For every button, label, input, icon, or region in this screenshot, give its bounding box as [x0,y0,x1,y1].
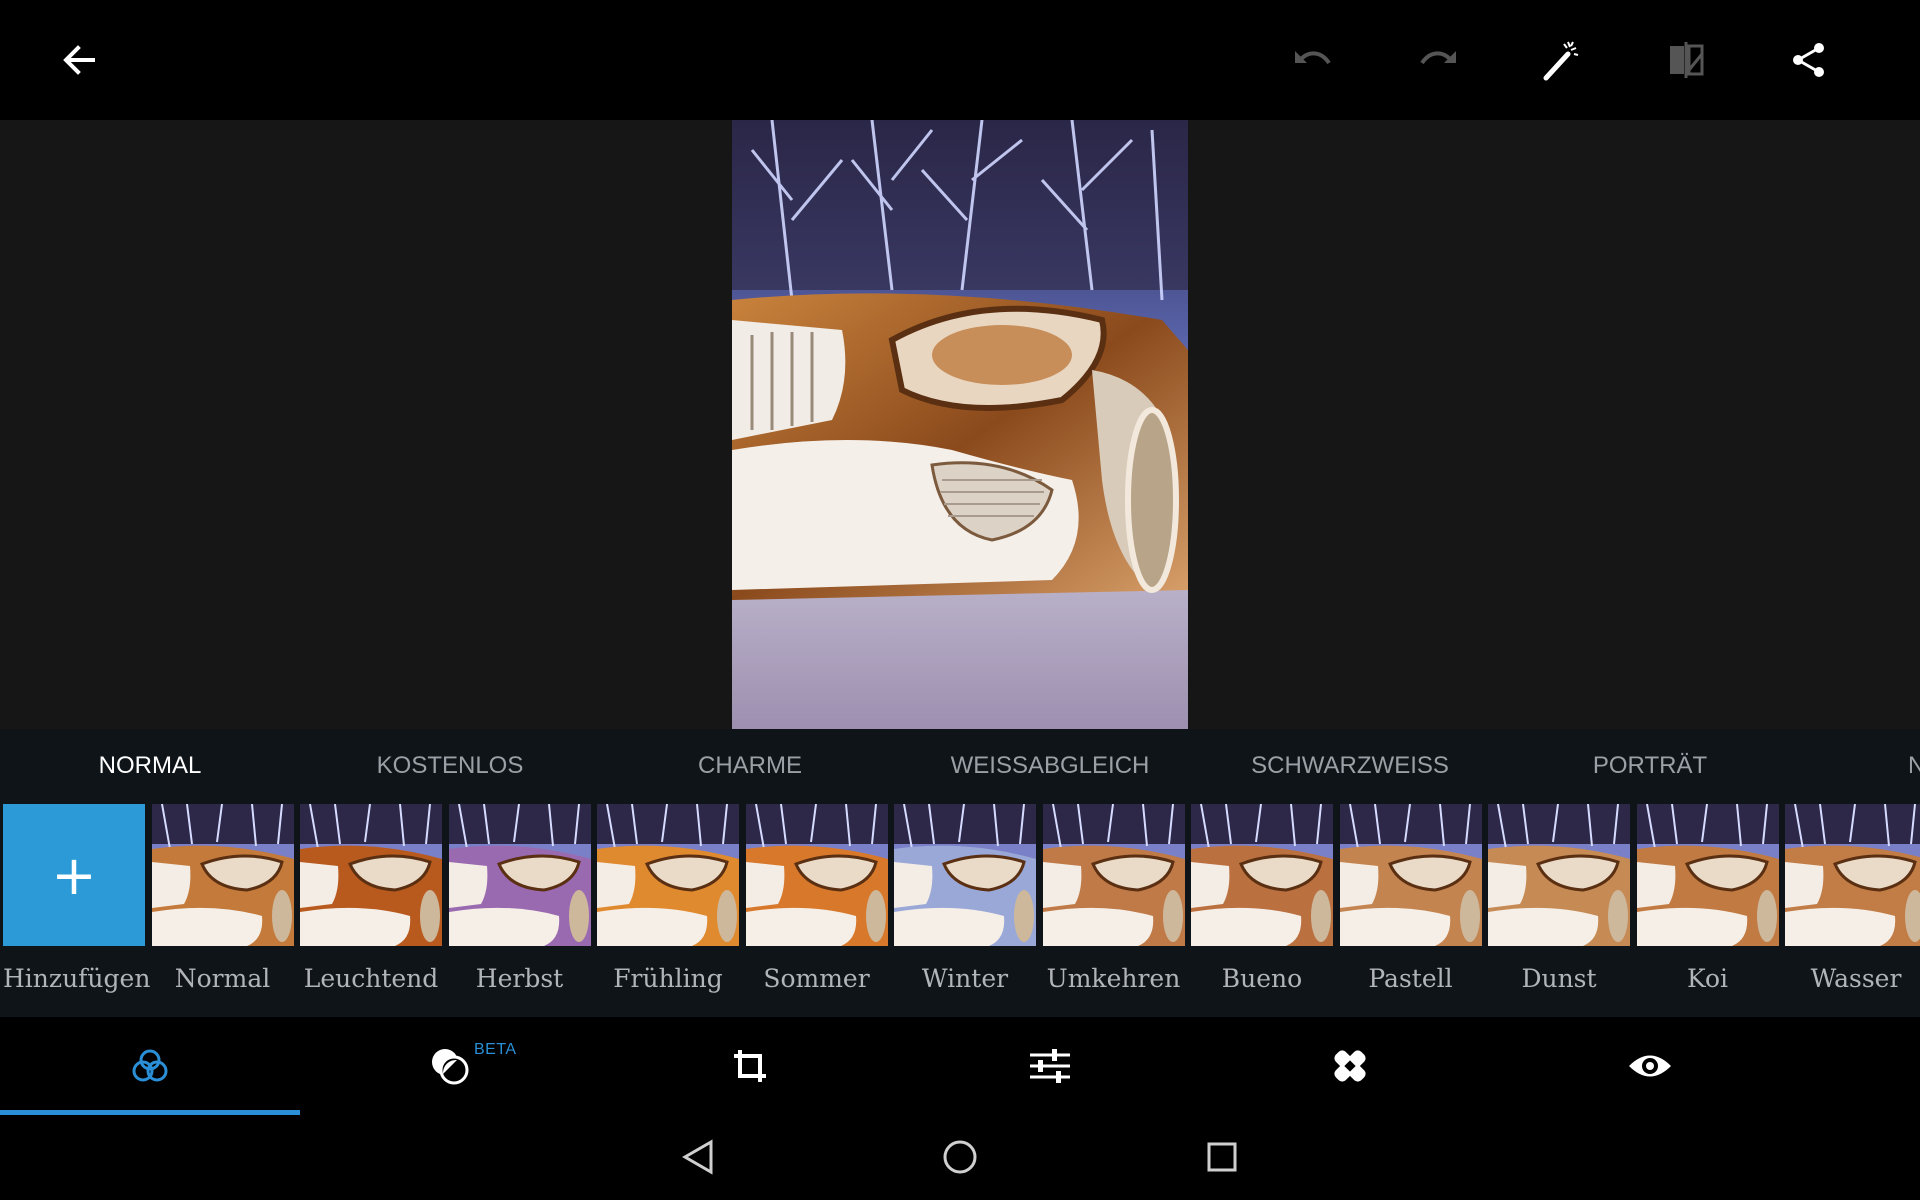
filter-thumbnail[interactable] [894,804,1036,946]
filter-label: Wasser [1810,964,1902,993]
filter-label: Hinzufügen [3,964,151,993]
beta-badge: BETA [474,1041,517,1058]
filter-bueno[interactable]: Bueno [1191,804,1333,993]
filter-umkehren[interactable]: Umkehren [1042,804,1185,993]
filter-add[interactable]: + Hinzufügen [3,804,151,993]
system-nav-bar [0,1115,1920,1200]
photo-canvas [0,120,1920,729]
filter-label: Winter [921,964,1009,993]
eye-icon [1629,1055,1671,1077]
filter-thumbnail[interactable] [745,804,888,946]
filter-label: Koi [1686,964,1729,993]
filter-leuchtend[interactable]: Leuchtend [300,804,442,993]
tool-tabs: BETA [0,1017,1920,1115]
top-toolbar [0,0,1920,120]
filter-label: Frühling [613,964,723,993]
tab-crop[interactable] [600,1017,900,1115]
healing-icon [1334,1050,1366,1082]
tab-weissabgleich[interactable]: WEISSABGLEICH [900,729,1200,801]
tab-preview[interactable] [1500,1017,1800,1115]
filter-thumbnail[interactable] [1785,804,1920,946]
back-arrow-icon[interactable] [49,30,109,90]
filter-pastell[interactable]: Pastell [1339,804,1482,993]
filter-label: Leuchtend [303,964,439,993]
filter-label: Dunst [1521,964,1597,993]
filter-label: Herbst [475,964,564,993]
add-filter-button[interactable]: + [3,804,145,946]
filter-label: Umkehren [1046,964,1181,993]
filter-label: Pastell [1368,964,1453,993]
tab-normal[interactable]: NORMAL [0,729,300,801]
filter-label: Sommer [763,964,870,993]
filter-thumbnail[interactable] [1042,804,1185,946]
tab-blend[interactable] [300,1017,600,1115]
filter-winter[interactable]: Winter [894,804,1036,993]
filter-thumbnail[interactable] [1636,804,1779,946]
tab-next-partial[interactable]: N [1820,729,1920,801]
adjustments-icon [1030,1049,1070,1083]
filter-frühling[interactable]: Frühling [597,804,739,993]
nav-home-icon[interactable] [928,1125,992,1189]
filter-label: Normal [174,964,271,993]
filters-icon [132,1049,168,1082]
filter-sommer[interactable]: Sommer [745,804,888,993]
filter-dunst[interactable]: Dunst [1488,804,1630,993]
filter-normal[interactable]: Normal [151,804,294,993]
filter-category-tabs: NORMAL KOSTENLOS CHARME WEISSABGLEICH SC… [0,729,1920,801]
nav-back-icon[interactable] [666,1125,730,1189]
crop-icon [734,1050,766,1082]
share-icon[interactable] [1779,30,1839,90]
redo-icon[interactable] [1408,30,1468,90]
filter-koi[interactable]: Koi [1636,804,1779,993]
filter-thumbnail[interactable] [1191,804,1333,946]
tab-adjustments[interactable] [900,1017,1200,1115]
filter-presets-row: + Hinzufügen Normal Leuchtend Herbst Frühli… [0,801,1920,1017]
filter-herbst[interactable]: Herbst [448,804,591,993]
filter-thumbnail[interactable] [300,804,442,946]
nav-recents-icon[interactable] [1190,1125,1254,1189]
filter-thumbnail[interactable] [151,804,294,946]
tab-filters[interactable] [0,1017,300,1115]
tab-kostenlos[interactable]: KOSTENLOS [300,729,600,801]
tab-charme[interactable]: CHARME [600,729,900,801]
filter-thumbnail[interactable] [1339,804,1482,946]
filter-thumbnail[interactable] [1488,804,1630,946]
plus-icon: + [51,843,97,907]
filter-label: Bueno [1221,964,1303,993]
tab-portraet[interactable]: PORTRÄT [1500,729,1800,801]
tab-healing[interactable] [1200,1017,1500,1115]
edited-photo[interactable] [732,120,1188,729]
blend-icon [432,1049,469,1085]
filter-thumbnail[interactable] [448,804,591,946]
tab-schwarzweiss[interactable]: SCHWARZWEISS [1200,729,1500,801]
compare-icon[interactable] [1656,30,1716,90]
filter-thumbnail[interactable] [597,804,739,946]
filter-wasser[interactable]: Wasser [1785,804,1920,993]
magic-wand-icon[interactable] [1532,30,1592,90]
undo-icon[interactable] [1283,30,1343,90]
